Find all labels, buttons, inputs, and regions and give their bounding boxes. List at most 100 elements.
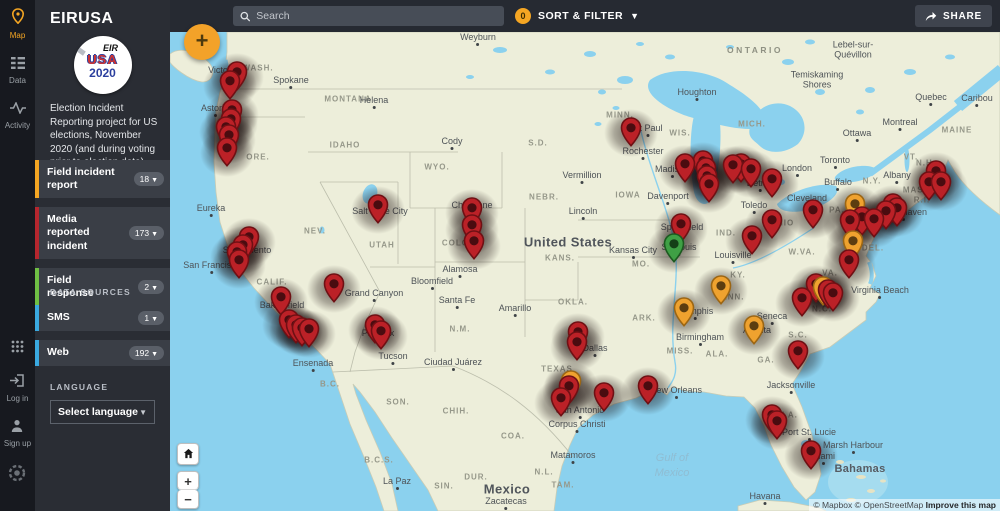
category-color-bar (35, 160, 39, 198)
sidebar-item-ushahidi-logo-icon[interactable] (4, 464, 31, 487)
map-pin-red[interactable] (761, 209, 783, 239)
category-row-media-reported-incident[interactable]: Media reported incident 173▼ (35, 207, 170, 258)
rail-item-label: Activity (5, 121, 30, 130)
category-count-badge[interactable]: 1▼ (138, 311, 164, 325)
rail-item-label: Sign up (4, 439, 31, 448)
map-pin-red[interactable] (740, 158, 762, 188)
share-label: SHARE (943, 11, 982, 22)
map-pin-red[interactable] (800, 440, 822, 470)
map-pin-red[interactable] (791, 287, 813, 317)
signup-icon (10, 419, 24, 437)
sidebar-item-apps-grid-icon[interactable] (4, 340, 31, 358)
category-count-badge[interactable]: 173▼ (129, 226, 164, 240)
map-pin-orange[interactable] (710, 275, 732, 305)
source-row-web[interactable]: Web 192▼ (35, 340, 170, 366)
improve-map-link[interactable]: Improve this map (926, 500, 996, 510)
map-home-button[interactable] (177, 443, 199, 465)
map-pin-red[interactable] (863, 208, 885, 238)
map-pin-red[interactable] (228, 249, 250, 279)
logo-line3: 2020 (74, 66, 132, 80)
rail-item-label: Map (10, 31, 26, 40)
activity-icon (10, 101, 26, 119)
map-pin-red[interactable] (766, 410, 788, 440)
language-select-value: Select language (58, 406, 138, 418)
rail-item-label: Log in (7, 394, 29, 403)
map-attribution: © Mapbox © OpenStreetMap Improve this ma… (809, 499, 1000, 511)
category-count-badge[interactable]: 18▼ (134, 172, 164, 186)
map-pin-red[interactable] (593, 382, 615, 412)
chevron-down-icon: ▼ (151, 177, 158, 184)
search-input[interactable] (256, 10, 497, 22)
map-pin-red[interactable] (298, 318, 320, 348)
deployment-sidebar: EIRUSA EIR USA 2020 Election Incident Re… (35, 0, 170, 511)
map-pin-green[interactable] (663, 233, 685, 263)
sort-filter-button[interactable]: 0 SORT & FILTER ▼ (515, 4, 639, 28)
map-pin-red[interactable] (370, 320, 392, 350)
share-button[interactable]: SHARE (915, 5, 992, 27)
map-pin-red[interactable] (741, 225, 763, 255)
map-canvas[interactable]: WASH.ORE.IDAHOMONTANAWYO.S.D.NEBR.KANS.C… (170, 32, 1000, 511)
search-icon (240, 11, 250, 22)
mapbox-attribution-link[interactable]: © Mapbox (813, 500, 852, 510)
map-pin-red[interactable] (930, 171, 952, 201)
pins-layer (170, 32, 1000, 511)
share-icon (925, 11, 937, 22)
ushahidi-logo-icon (8, 464, 26, 487)
map-pin-red[interactable] (787, 340, 809, 370)
map-pin-red[interactable] (323, 273, 345, 303)
category-label: Web (47, 346, 69, 359)
home-icon (183, 448, 194, 459)
language-section: LANGUAGE Select language ▼ (35, 382, 170, 424)
rail-top-group: Map Data Activity (5, 8, 30, 146)
map-pin-orange[interactable] (673, 297, 695, 327)
map-pin-orange[interactable] (743, 315, 765, 345)
map-pin-red[interactable] (367, 194, 389, 224)
apps-grid-icon (11, 340, 24, 358)
sidebar-item-map[interactable]: Map (5, 8, 30, 40)
map-pin-red[interactable] (219, 70, 241, 100)
category-color-bar (35, 305, 39, 331)
category-label: Media reported incident (47, 213, 119, 252)
category-color-bar (35, 207, 39, 258)
icon-rail: Map Data Activity Log in Sign up (0, 0, 35, 511)
chevron-down-icon: ▼ (151, 231, 158, 238)
chevron-down-icon: ▼ (151, 351, 158, 358)
chevron-down-icon: ▼ (151, 316, 158, 323)
data-sources-section: DATA SOURCES SMS1▼ Web 192▼ (35, 287, 170, 375)
map-pin-red[interactable] (674, 153, 696, 183)
chevron-down-icon: ▼ (139, 408, 147, 417)
map-pin-red[interactable] (637, 375, 659, 405)
map-pin-red[interactable] (822, 282, 844, 312)
map-pin-red[interactable] (838, 249, 860, 279)
map-pin-red[interactable] (550, 387, 572, 417)
map-pin-red[interactable] (463, 230, 485, 260)
deployment-title: EIRUSA (35, 0, 170, 28)
data-list-icon (11, 56, 25, 74)
topbar: 0 SORT & FILTER ▼ SHARE (170, 0, 1000, 32)
map-pin-red[interactable] (566, 331, 588, 361)
rail-item-label: Data (9, 76, 26, 85)
osm-attribution-link[interactable]: © OpenStreetMap (855, 500, 924, 510)
category-count-badge[interactable]: 192▼ (129, 346, 164, 360)
add-report-button[interactable]: + (184, 24, 220, 60)
map-pin-red[interactable] (761, 168, 783, 198)
sidebar-item-sign-up[interactable]: Sign up (4, 419, 31, 448)
source-row-sms[interactable]: SMS1▼ (35, 305, 170, 331)
zoom-in-button[interactable]: + (177, 471, 199, 490)
filter-count-badge: 0 (515, 8, 531, 24)
sidebar-item-data[interactable]: Data (5, 56, 30, 85)
sidebar-item-log-in[interactable]: Log in (4, 374, 31, 403)
deployment-logo: EIR USA 2020 (74, 36, 132, 94)
category-row-field-incident-report[interactable]: Field incident report18▼ (35, 160, 170, 198)
map-pin-red[interactable] (698, 173, 720, 203)
map-pin-red[interactable] (620, 117, 642, 147)
language-select[interactable]: Select language ▼ (50, 400, 155, 424)
search-box[interactable] (233, 6, 504, 26)
filter-label: SORT & FILTER (538, 10, 623, 22)
map-pin-red[interactable] (802, 199, 824, 229)
sidebar-item-activity[interactable]: Activity (5, 101, 30, 130)
data-sources-heading: DATA SOURCES (50, 287, 170, 297)
app-window: Map Data Activity Log in Sign up EIRUSA EIR… (0, 0, 1000, 511)
map-pin-red[interactable] (216, 137, 238, 167)
zoom-out-button[interactable]: − (177, 490, 199, 509)
